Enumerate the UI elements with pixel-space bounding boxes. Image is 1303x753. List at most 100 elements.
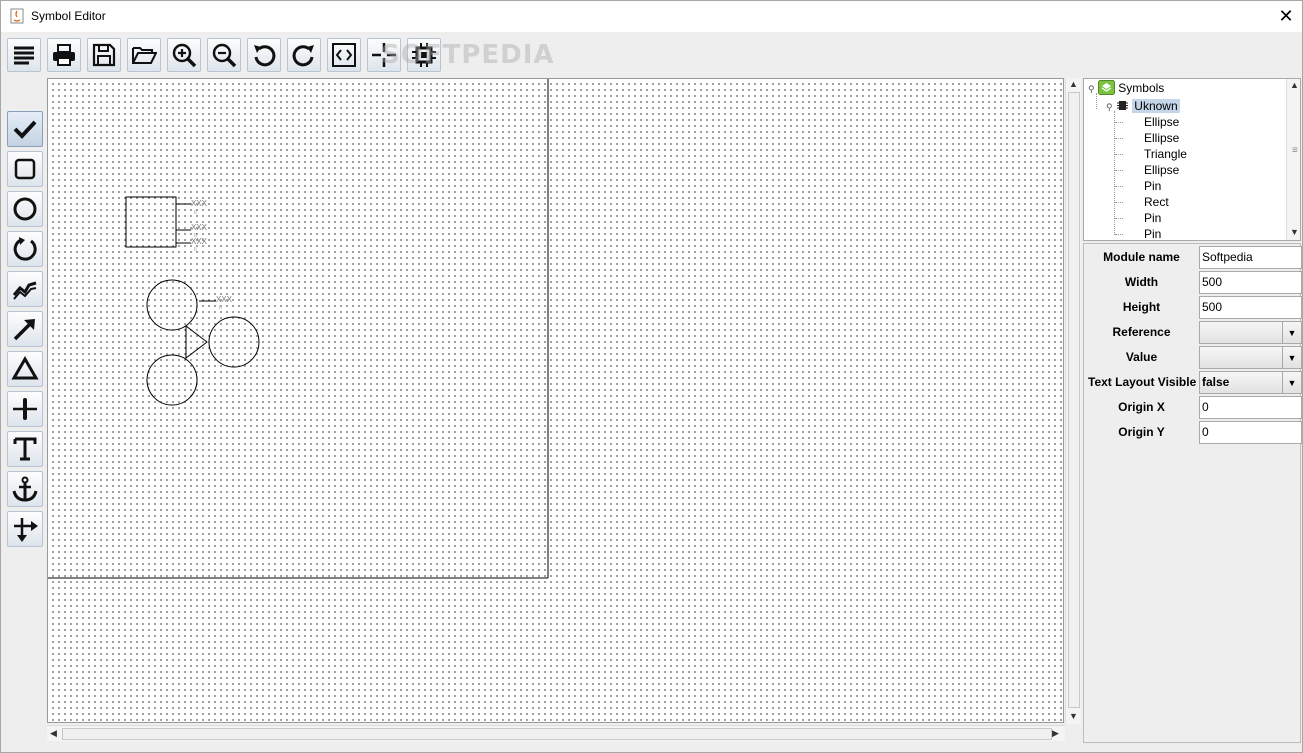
pin-label: XXX [216, 295, 233, 304]
reference-select[interactable]: ▼ [1199, 321, 1302, 344]
tree-node-module[interactable]: ⚲ Uknown [1106, 98, 1180, 114]
tree-item-label: Ellipse [1144, 163, 1180, 177]
scroll-grip-icon[interactable]: ≡ [1292, 145, 1298, 156]
menu-icon [14, 46, 34, 65]
origin-x-field[interactable]: 0 [1199, 396, 1302, 419]
arc-icon [13, 237, 37, 261]
tree-item[interactable]: Pin [1144, 210, 1161, 226]
text-layout-visible-value: false [1202, 375, 1230, 389]
symbols-folder-icon [1097, 80, 1115, 95]
code-button[interactable] [327, 38, 361, 72]
rectangle-tool-button[interactable] [7, 151, 43, 187]
height-field[interactable]: 500 [1199, 296, 1302, 319]
zoom-out-button[interactable] [207, 38, 241, 72]
text-layout-visible-select[interactable]: false ▼ [1199, 371, 1302, 394]
canvas-vertical-scrollbar[interactable]: ▲ ▼ [1065, 78, 1081, 724]
text-tool-button[interactable] [7, 431, 43, 467]
pin-sublabel: II [194, 210, 197, 216]
tree-item[interactable]: Ellipse [1144, 130, 1179, 146]
scroll-right-icon[interactable]: ▶ [1052, 728, 1059, 739]
tree-item[interactable]: Rect [1144, 194, 1169, 210]
scroll-up-icon[interactable]: ▲ [1069, 79, 1078, 89]
open-button[interactable] [127, 38, 161, 72]
origin-y-label: Origin Y [1118, 425, 1165, 439]
chevron-down-icon[interactable]: ▼ [1282, 347, 1301, 368]
print-icon [53, 44, 75, 66]
tree-item-label: Pin [1144, 227, 1162, 241]
pin-icon [13, 398, 37, 420]
triangle-tool-button[interactable] [7, 351, 43, 387]
pin-label: XXX [191, 237, 208, 246]
origin-y-field[interactable]: 0 [1199, 421, 1302, 444]
tree-item-label: Pin [1144, 211, 1162, 225]
tree-item[interactable]: Triangle [1144, 146, 1187, 162]
circle-tool-button[interactable] [7, 191, 43, 227]
node-expanded-icon[interactable]: ⚲ [1088, 84, 1095, 94]
tree-scrollbar[interactable]: ▲ ≡ ▼ [1286, 79, 1300, 240]
tree-node-symbols[interactable]: ⚲ Symbols [1088, 80, 1164, 96]
properties-panel: Module name Softpedia Width 500 Height 5… [1083, 243, 1302, 743]
scroll-down-icon[interactable]: ▼ [1290, 227, 1299, 237]
print-button[interactable] [47, 38, 81, 72]
chevron-down-icon[interactable]: ▼ [1282, 322, 1301, 343]
arrow-line-tool-button[interactable] [7, 311, 43, 347]
width-field[interactable]: 500 [1199, 271, 1302, 294]
canvas-horizontal-scrollbar[interactable]: ◀ ▶ [47, 725, 1065, 741]
horizontal-scroll-thumb[interactable] [62, 728, 1052, 740]
triangle-shape[interactable] [185, 324, 208, 360]
scroll-left-icon[interactable]: ◀ [50, 728, 57, 739]
tree-item[interactable]: Ellipse [1144, 114, 1179, 130]
select-tool-button[interactable] [7, 111, 43, 147]
module-name-field[interactable]: Softpedia [1199, 246, 1302, 269]
pin-label: XXX [191, 199, 208, 208]
save-button[interactable] [87, 38, 121, 72]
anchor-tool-button[interactable] [7, 471, 43, 507]
ellipse-shape[interactable] [146, 279, 198, 331]
undo-button[interactable] [247, 38, 281, 72]
polyline-tool-button[interactable] [7, 271, 43, 307]
tree-connector [1115, 170, 1123, 171]
value-row: Value ▼ [1084, 345, 1302, 370]
chevron-down-icon[interactable]: ▼ [1282, 372, 1301, 393]
value-label: Value [1125, 350, 1158, 364]
tree-item[interactable]: Pin [1144, 226, 1162, 241]
height-row: Height 500 [1084, 295, 1302, 320]
move-icon [14, 518, 38, 542]
ellipse-shape[interactable] [146, 354, 198, 406]
symbol-drawing: XXX II XXX II XXX II XXX II [48, 79, 549, 579]
rectangle-icon [14, 158, 36, 180]
origin-y-row: Origin Y 0 [1084, 420, 1302, 445]
window-title: Symbol Editor [31, 9, 106, 23]
ellipse-shape[interactable] [208, 316, 260, 368]
pin-label: XXX [191, 223, 208, 232]
title-bar: Symbol Editor ✕ [1, 1, 1302, 32]
arc-tool-button[interactable] [7, 231, 43, 267]
tree-item[interactable]: Ellipse [1144, 162, 1179, 178]
origin-x-row: Origin X 0 [1084, 395, 1302, 420]
pin-sublabel: II [194, 247, 197, 253]
main-toolbar: SOFTPEDIA [1, 32, 1302, 77]
tree-connector [1114, 111, 1115, 235]
symbol-tree: ⚲ Symbols ⚲ Uknown Ellipse Ellipse Trian… [1083, 78, 1301, 241]
zoom-in-button[interactable] [167, 38, 201, 72]
height-label: Height [1122, 300, 1161, 314]
value-select[interactable]: ▼ [1199, 346, 1302, 369]
close-button[interactable]: ✕ [1269, 1, 1303, 32]
menu-button[interactable] [7, 38, 41, 72]
move-tool-button[interactable] [7, 511, 43, 547]
vertical-scroll-thumb[interactable] [1068, 92, 1080, 708]
zoom-out-icon [212, 43, 237, 68]
reference-row: Reference ▼ [1084, 320, 1302, 345]
tree-item[interactable]: Pin [1144, 178, 1161, 194]
node-expanded-icon[interactable]: ⚲ [1106, 102, 1113, 112]
redo-button[interactable] [287, 38, 321, 72]
anchor-icon [12, 476, 38, 502]
code-icon [332, 43, 356, 67]
drawing-canvas[interactable]: XXX II XXX II XXX II XXX II [47, 78, 1064, 723]
text-layout-row: Text Layout Visible false ▼ [1084, 370, 1302, 395]
scroll-down-icon[interactable]: ▼ [1069, 711, 1078, 721]
close-icon: ✕ [1278, 6, 1294, 26]
pin-tool-button[interactable] [7, 391, 43, 427]
rect-shape[interactable] [125, 196, 177, 248]
scroll-up-icon[interactable]: ▲ [1290, 80, 1299, 90]
